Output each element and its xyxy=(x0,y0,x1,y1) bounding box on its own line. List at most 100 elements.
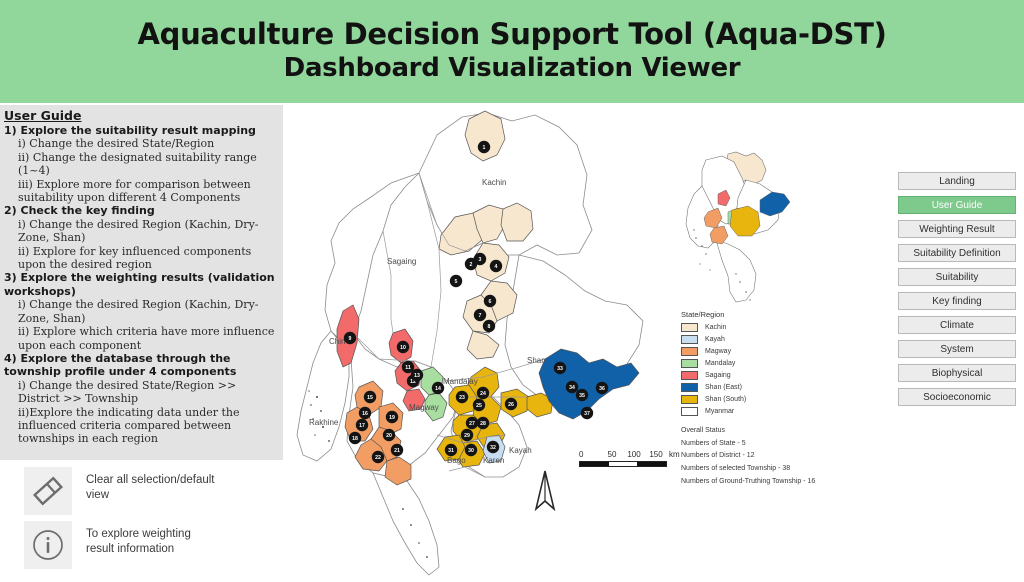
legend-label: Sagaing xyxy=(705,372,731,379)
township-marker-number: 19 xyxy=(389,415,395,421)
user-guide-heading: 4) Explore the database through the town… xyxy=(4,351,237,379)
township-marker[interactable]: 35 xyxy=(575,388,589,402)
legend-swatch xyxy=(681,347,698,356)
legend-title: State/Region xyxy=(681,310,725,319)
legend-label: Myanmar xyxy=(705,408,735,415)
overall-status: Overall Status Numbers of State - 5 Numbe… xyxy=(681,425,831,489)
user-guide-step: ii) Explore for key influenced component… xyxy=(18,244,252,272)
township-marker[interactable]: 30 xyxy=(464,443,478,457)
township-marker[interactable]: 27 xyxy=(465,416,479,430)
township-marker-number: 22 xyxy=(375,455,381,461)
township-marker[interactable]: 22 xyxy=(371,450,385,464)
scalebar-tick: 0 xyxy=(579,450,584,459)
weighting-info-label: To explore weighting result information xyxy=(86,528,191,556)
overall-status-title: Overall Status xyxy=(681,427,725,434)
township-marker[interactable]: 33 xyxy=(553,361,567,375)
scalebar-tick: 100 xyxy=(627,450,641,459)
nav-button-suitability[interactable]: Suitability xyxy=(898,268,1016,286)
user-guide-step: ii)Explore the indicating data under the… xyxy=(18,405,240,446)
map-label: Rakhine xyxy=(309,418,339,427)
legend-row: Sagaing xyxy=(681,370,831,381)
nav-button-socioeconomic[interactable]: Socioeconomic xyxy=(898,388,1016,406)
township-marker-number: 7 xyxy=(479,313,482,319)
legend-swatch xyxy=(681,383,698,392)
inset-outline-south xyxy=(715,239,757,303)
township-marker[interactable]: 24 xyxy=(476,386,490,400)
weighting-info-tool[interactable]: To explore weighting result information xyxy=(24,521,191,569)
township-marker-number: 28 xyxy=(480,421,486,427)
township-marker-number: 27 xyxy=(469,421,475,427)
township-marker[interactable]: 6 xyxy=(483,294,497,308)
township-marker[interactable]: 25 xyxy=(472,398,486,412)
dashboard-root: Aquaculture Decision Support Tool (Aqua-… xyxy=(0,0,1024,582)
nav-button-key-finding[interactable]: Key finding xyxy=(898,292,1016,310)
township-marker[interactable]: 14 xyxy=(431,381,445,395)
township-marker[interactable]: 15 xyxy=(363,390,377,404)
map-label: Mandalay xyxy=(443,377,478,386)
township-marker[interactable]: 31 xyxy=(444,443,458,457)
legend-label: Kachin xyxy=(705,324,727,331)
legend-label: Shan (South) xyxy=(705,396,747,403)
township-marker-number: 16 xyxy=(362,411,368,417)
township-marker[interactable]: 17 xyxy=(355,418,369,432)
page-nav[interactable]: Landing User Guide Weighting Result Suitabi… xyxy=(898,172,1016,412)
township-marker-number: 33 xyxy=(557,366,563,372)
township-marker[interactable]: 26 xyxy=(504,397,518,411)
township-marker[interactable]: 20 xyxy=(382,428,396,442)
overall-status-row: Numbers of State - 5 xyxy=(681,439,746,447)
info-icon xyxy=(24,521,72,569)
township-marker[interactable]: 16 xyxy=(358,406,372,420)
township-marker-number: 29 xyxy=(464,433,470,439)
township-marker-number: 18 xyxy=(352,436,358,442)
nav-button-weighting-result[interactable]: Weighting Result xyxy=(898,220,1016,238)
nav-button-user-guide[interactable]: User Guide xyxy=(898,196,1016,214)
page-title: Aquaculture Decision Support Tool (Aqua-… xyxy=(137,16,887,51)
township-marker[interactable]: 34 xyxy=(565,380,579,394)
township-marker[interactable]: 19 xyxy=(385,410,399,424)
township-marker-number: 26 xyxy=(508,402,514,408)
township-marker-number: 37 xyxy=(584,411,590,417)
user-guide-step: ii) Change the designated suitability ra… xyxy=(18,150,257,178)
township-marker-number: 5 xyxy=(455,279,458,285)
township-marker[interactable]: 36 xyxy=(595,381,609,395)
scalebar-tick: 150 xyxy=(649,450,663,459)
township-marker[interactable]: 7 xyxy=(473,308,487,322)
user-guide-title: User Guide xyxy=(4,108,82,123)
clear-selection-tool[interactable]: Clear all selection/default view xyxy=(24,467,215,515)
township-marker[interactable]: 1 xyxy=(477,140,491,154)
township-marker-number: 6 xyxy=(489,299,492,305)
legend-swatch xyxy=(681,407,698,416)
legend-row: Kachin xyxy=(681,322,831,333)
legend-row: Shan (East) xyxy=(681,382,831,393)
township-marker[interactable]: 9 xyxy=(343,331,357,345)
township-marker[interactable]: 5 xyxy=(449,274,463,288)
township-marker[interactable]: 21 xyxy=(390,443,404,457)
nav-button-system[interactable]: System xyxy=(898,340,1016,358)
township-marker[interactable]: 3 xyxy=(473,252,487,266)
township-marker[interactable]: 10 xyxy=(396,340,410,354)
nav-button-landing[interactable]: Landing xyxy=(898,172,1016,190)
nav-button-biophysical[interactable]: Biophysical xyxy=(898,364,1016,382)
legend-swatch xyxy=(681,323,698,332)
nav-button-suitability-definition[interactable]: Suitability Definition xyxy=(898,244,1016,262)
overall-status-row: Numbers of Ground-Truthing Township - 16 xyxy=(681,477,816,485)
township-marker-number: 10 xyxy=(400,345,406,351)
township-marker[interactable]: 37 xyxy=(580,406,594,420)
legend-label: Mandalay xyxy=(705,360,736,367)
township-marker[interactable]: 13 xyxy=(410,368,424,382)
clear-selection-label: Clear all selection/default view xyxy=(86,474,215,502)
township-marker-number: 32 xyxy=(490,445,496,451)
township-marker[interactable]: 23 xyxy=(455,390,469,404)
township-marker[interactable]: 4 xyxy=(489,259,503,273)
township-marker[interactable]: 28 xyxy=(476,416,490,430)
north-arrow-icon xyxy=(534,470,556,512)
map-label: Karen xyxy=(483,456,504,465)
township-marker[interactable]: 18 xyxy=(348,431,362,445)
township-marker[interactable]: 29 xyxy=(460,428,474,442)
township-marker-number: 9 xyxy=(349,336,352,342)
township-marker[interactable]: 8 xyxy=(482,319,496,333)
township-marker-number: 25 xyxy=(476,403,482,409)
user-guide-heading: 2) Check the key finding xyxy=(4,204,155,218)
township-marker[interactable]: 32 xyxy=(486,440,500,454)
nav-button-climate[interactable]: Climate xyxy=(898,316,1016,334)
